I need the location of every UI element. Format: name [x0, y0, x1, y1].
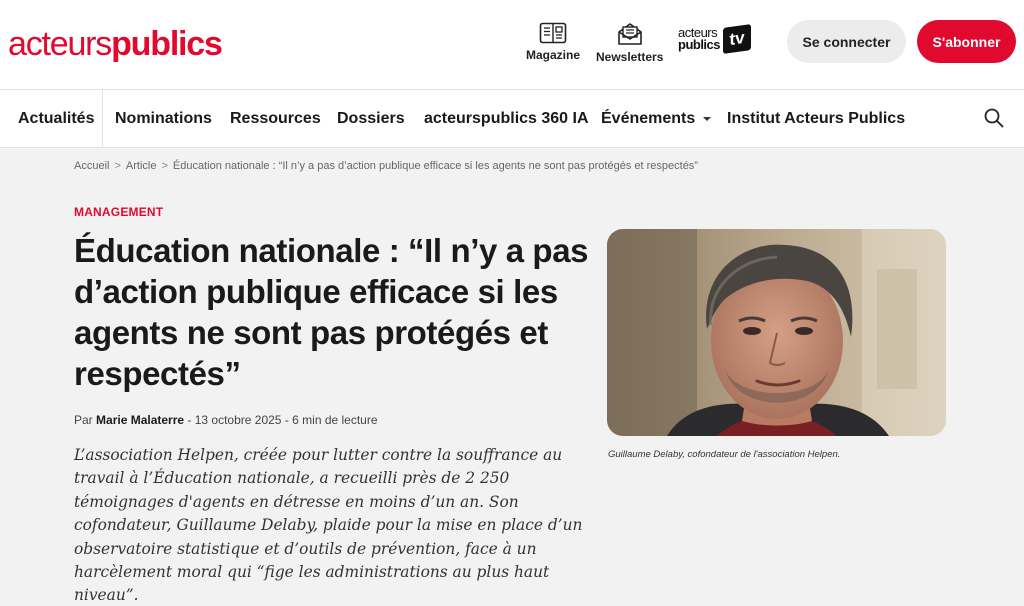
breadcrumb: Accueil > Article > Éducation nationale : “I… [74, 160, 698, 172]
newsletters-label: Newsletters [596, 50, 664, 64]
breadcrumb-separator: > [161, 160, 168, 172]
author-link[interactable]: Marie Malaterre [96, 413, 184, 427]
nav-item-evenements-label: Événements [601, 110, 696, 127]
tv-logo-line2: publics [678, 37, 721, 52]
magazine-icon [539, 22, 567, 44]
byline: Par Marie Malaterre - 13 octobre 2025 - … [74, 413, 378, 427]
search-icon[interactable] [982, 106, 1006, 130]
breadcrumb-current: Éducation nationale : “Il n’y a pas d’ac… [172, 160, 698, 172]
nav-item-nominations[interactable]: Nominations [115, 90, 212, 148]
logo-part1: acteurs [8, 25, 112, 63]
top-header: acteurspublics Magazine Newsletters acte… [0, 0, 1024, 90]
breadcrumb-article[interactable]: Article [126, 160, 157, 172]
acteurs-publics-tv-logo[interactable]: acteurs publics tv [678, 24, 752, 54]
login-button[interactable]: Se connecter [787, 20, 906, 63]
article-lead: L’association Helpen, créée pour lutter … [74, 446, 583, 605]
nav-item-actualites[interactable]: Actualités [18, 90, 94, 148]
main-nav: Actualités Nominations Ressources Dossie… [0, 90, 1024, 148]
nav-item-dossiers[interactable]: Dossiers [337, 90, 405, 148]
nav-item-360-ia[interactable]: acteurspublics 360 IA [424, 90, 589, 148]
article-photo [607, 229, 946, 436]
byline-prefix: Par [74, 413, 93, 427]
nav-item-institut[interactable]: Institut Acteurs Publics [727, 90, 905, 148]
nav-item-evenements[interactable]: Événements [601, 90, 712, 148]
breadcrumb-home[interactable]: Accueil [74, 160, 109, 172]
magazine-label: Magazine [526, 48, 581, 62]
tv-badge: tv [723, 24, 752, 54]
article-meta: - 13 octobre 2025 - 6 min de lecture [184, 413, 378, 427]
article-title: Éducation nationale : “Il n’y a pas d’ac… [74, 232, 589, 392]
newsletters-link[interactable]: Newsletters [596, 22, 663, 64]
tv-logo-words: acteurs publics [678, 26, 721, 52]
magazine-link[interactable]: Magazine [526, 22, 580, 62]
category-tag[interactable]: MANAGEMENT [74, 205, 163, 219]
nav-divider [102, 90, 103, 148]
logo-part2: publics [111, 25, 223, 63]
newsletter-envelope-icon [617, 23, 642, 45]
breadcrumb-separator: > [114, 160, 121, 172]
photo-caption: Guillaume Delaby, cofondateur de l'assoc… [608, 449, 841, 460]
subscribe-button[interactable]: S'abonner [917, 20, 1016, 63]
chevron-down-icon [703, 117, 712, 121]
site-logo[interactable]: acteurspublics [8, 25, 223, 63]
portrait-image [607, 229, 946, 436]
nav-item-ressources[interactable]: Ressources [230, 90, 321, 148]
